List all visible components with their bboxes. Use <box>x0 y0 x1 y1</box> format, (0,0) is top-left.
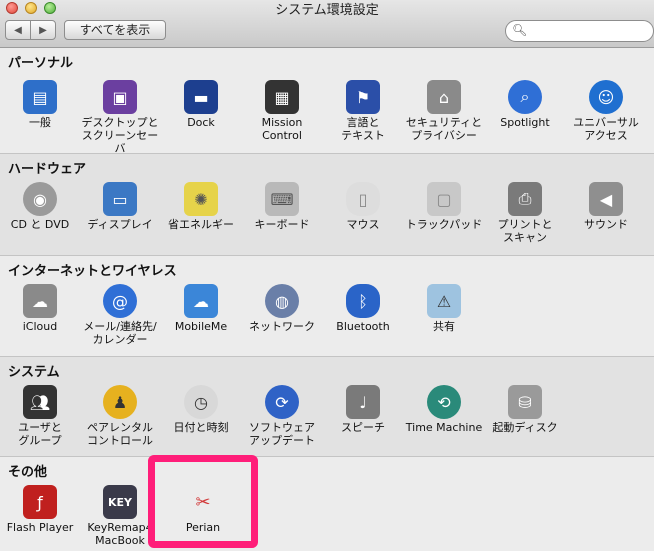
show-all-button[interactable]: すべてを表示 <box>64 20 166 40</box>
section-title: パーソナル <box>8 56 74 71</box>
search-field[interactable]: 🔍︎ <box>505 20 654 42</box>
pref-universal-access[interactable]: ☺ ユニバーサル アクセス <box>566 80 646 142</box>
at-icon: @ <box>103 284 137 318</box>
cloud-icon: ☁ <box>23 284 57 318</box>
window-title: システム環境設定 <box>275 3 379 18</box>
printer-icon: ⎙ <box>508 182 542 216</box>
pref-parental-controls[interactable]: ♟ ペアレンタル コントロール <box>80 385 160 447</box>
pref-network[interactable]: ◍ ネットワーク <box>242 284 322 333</box>
pref-trackpad[interactable]: ▢ トラックパッド <box>404 182 484 231</box>
parental-icon: ♟ <box>103 385 137 419</box>
pref-displays[interactable]: ▭ ディスプレイ <box>80 182 160 231</box>
section-title: システム <box>8 365 60 380</box>
pref-cd-dvd[interactable]: ◉ CD と DVD <box>0 182 80 231</box>
bluetooth-icon: ᛒ <box>346 284 380 318</box>
section-title: その他 <box>8 465 48 480</box>
pref-print-scan[interactable]: ⎙ プリントと スキャン <box>485 182 565 244</box>
accessibility-icon: ☺ <box>589 80 623 114</box>
disk-icon: ⛁ <box>508 385 542 419</box>
pref-icloud[interactable]: ☁ iCloud <box>0 284 80 333</box>
pref-users-groups[interactable]: 👥︎ ユーザと グループ <box>0 385 80 447</box>
flag-icon: ⚑ <box>346 80 380 114</box>
trackpad-icon: ▢ <box>427 182 461 216</box>
pref-dock[interactable]: ▬ Dock <box>161 80 241 129</box>
pref-language-text[interactable]: ⚑ 言語と テキスト <box>323 80 403 142</box>
time-machine-icon: ⟲ <box>427 385 461 419</box>
speaker-icon: ◀ <box>589 182 623 216</box>
globe-icon: ◍ <box>265 284 299 318</box>
back-button[interactable]: ◀ <box>6 21 31 39</box>
pref-sound[interactable]: ◀ サウンド <box>566 182 646 231</box>
cloud-icon: ☁ <box>184 284 218 318</box>
mission-control-icon: ▦ <box>265 80 299 114</box>
pref-security-privacy[interactable]: ⌂ セキュリティと プライバシー <box>404 80 484 142</box>
pref-mouse[interactable]: ▯ マウス <box>323 182 403 231</box>
pref-spotlight[interactable]: ⌕ Spotlight <box>485 80 565 129</box>
pref-energy-saver[interactable]: ✺ 省エネルギー <box>161 182 241 231</box>
section-title: ハードウェア <box>8 162 87 177</box>
pref-time-machine[interactable]: ⟲ Time Machine <box>404 385 484 434</box>
file-icon: ▤ <box>23 80 57 114</box>
users-icon: 👥︎ <box>23 385 57 419</box>
pref-startup-disk[interactable]: ⛁ 起動ディスク <box>485 385 565 434</box>
section-system: システム 👥︎ ユーザと グループ ♟ ペアレンタル コントロール ◷ 日付と時… <box>0 357 654 457</box>
section-internet-wireless: インターネットとワイヤレス ☁ iCloud @ メール/連絡先/ カレンダー … <box>0 256 654 357</box>
clock-icon: ◷ <box>184 385 218 419</box>
pref-sharing[interactable]: ⚠ 共有 <box>404 284 484 333</box>
search-input[interactable] <box>528 23 650 41</box>
disc-icon: ◉ <box>23 182 57 216</box>
title-bar: システム環境設定 ◀ ▶ すべてを表示 🔍︎ <box>0 0 654 48</box>
display-icon: ▭ <box>103 182 137 216</box>
pref-mission-control[interactable]: ▦ Mission Control <box>242 80 322 142</box>
bulb-icon: ✺ <box>184 182 218 216</box>
update-icon: ⟳ <box>265 385 299 419</box>
pref-mobileme[interactable]: ☁ MobileMe <box>161 284 241 333</box>
pref-date-time[interactable]: ◷ 日付と時刻 <box>161 385 241 434</box>
pref-general[interactable]: ▤ 一般 <box>0 80 80 129</box>
keyboard-icon: ⌨ <box>265 182 299 216</box>
pref-flash-player[interactable]: ƒ Flash Player <box>0 485 80 534</box>
desktop-icon: ▣ <box>103 80 137 114</box>
section-personal: パーソナル ▤ 一般 ▣ デスクトップと スクリーンセーバ ▬ Dock ▦ M… <box>0 48 654 155</box>
pref-speech[interactable]: ♩ スピーチ <box>323 385 403 434</box>
section-title: インターネットとワイヤレス <box>8 264 177 279</box>
pref-keyboard[interactable]: ⌨ キーボード <box>242 182 322 231</box>
pref-desktop-screensaver[interactable]: ▣ デスクトップと スクリーンセーバ <box>80 80 160 155</box>
perian-highlight-frame <box>148 455 258 548</box>
house-lock-icon: ⌂ <box>427 80 461 114</box>
key-icon: KEY <box>103 485 137 519</box>
pref-mail-contacts-calendars[interactable]: @ メール/連絡先/ カレンダー <box>80 284 160 346</box>
pref-bluetooth[interactable]: ᛒ Bluetooth <box>323 284 403 333</box>
search-icon: 🔍︎ <box>512 23 528 37</box>
microphone-icon: ♩ <box>346 385 380 419</box>
section-hardware: ハードウェア ◉ CD と DVD ▭ ディスプレイ ✺ 省エネルギー ⌨ キー… <box>0 154 654 256</box>
mouse-icon: ▯ <box>346 182 380 216</box>
dock-icon: ▬ <box>184 80 218 114</box>
flash-icon: ƒ <box>23 485 57 519</box>
section-other: その他 ƒ Flash Player KEY KeyRemap4 MacBook… <box>0 457 654 551</box>
forward-button[interactable]: ▶ <box>31 21 55 39</box>
pref-software-update[interactable]: ⟳ ソフトウェア アップデート <box>242 385 322 447</box>
back-forward-control: ◀ ▶ <box>5 20 56 40</box>
folder-icon: ⚠ <box>427 284 461 318</box>
spotlight-icon: ⌕ <box>508 80 542 114</box>
